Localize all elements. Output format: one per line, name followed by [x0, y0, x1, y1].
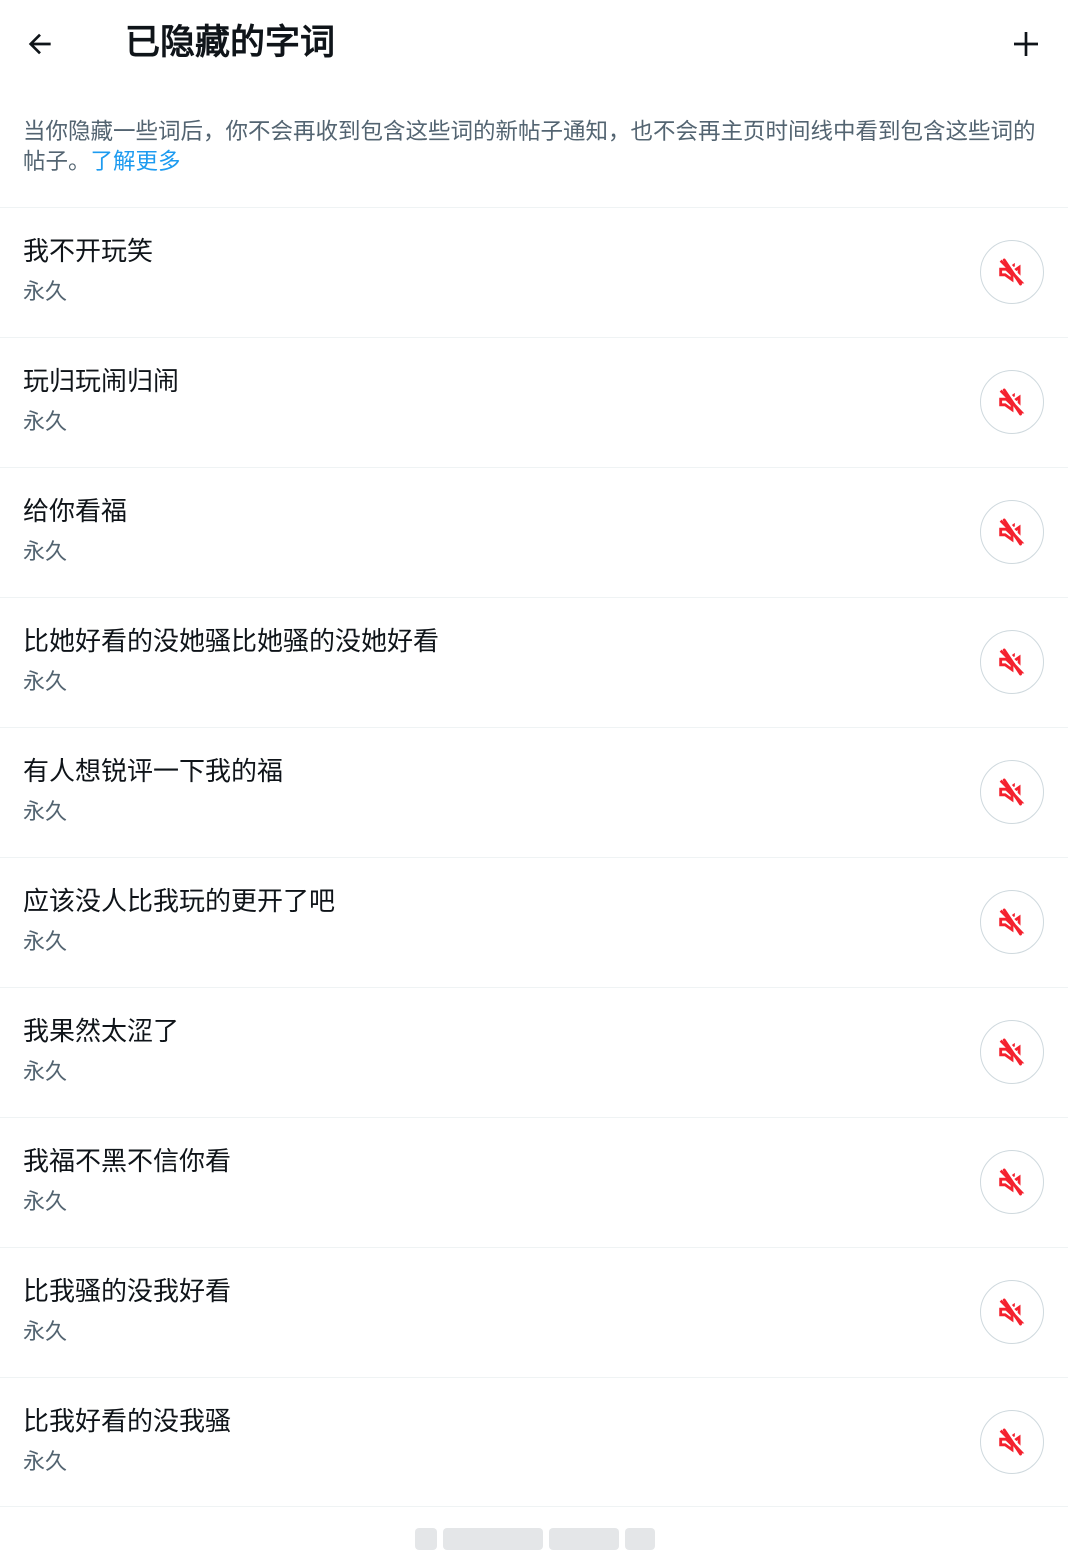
unmute-button[interactable] — [980, 760, 1044, 824]
muted-word-text: 有人想锐评一下我的福 — [23, 757, 284, 787]
unmute-button[interactable] — [980, 630, 1044, 694]
muted-word-duration: 永久 — [23, 800, 68, 825]
watermark — [415, 1524, 660, 1554]
muted-word-text: 玩归玩闹归闹 — [23, 367, 180, 397]
muted-word-text: 应该没人比我玩的更开了吧 — [23, 887, 336, 917]
header: 已隐藏的字词 — [0, 0, 1068, 90]
unmute-button[interactable] — [980, 1150, 1044, 1214]
unmute-button[interactable] — [980, 240, 1044, 304]
unmute-button[interactable] — [980, 1410, 1044, 1474]
muted-word-text: 比她好看的没她骚比她骚的没她好看 — [23, 627, 440, 657]
speaker-muted-icon — [999, 908, 1025, 936]
add-muted-word-button[interactable] — [1006, 24, 1046, 64]
muted-word-duration: 永久 — [23, 280, 68, 305]
speaker-muted-icon — [999, 648, 1025, 676]
speaker-muted-icon — [999, 258, 1025, 286]
unmute-button[interactable] — [980, 370, 1044, 434]
list-item[interactable]: 玩归玩闹归闹 永久 — [0, 337, 1068, 467]
list-item[interactable]: 应该没人比我玩的更开了吧 永久 — [0, 857, 1068, 987]
plus-icon — [1014, 32, 1038, 56]
muted-word-text: 比我骚的没我好看 — [23, 1277, 232, 1307]
muted-word-text: 我不开玩笑 — [23, 237, 154, 267]
list-item[interactable]: 比她好看的没她骚比她骚的没她好看 永久 — [0, 597, 1068, 727]
muted-word-duration: 永久 — [23, 1320, 68, 1345]
muted-word-text: 比我好看的没我骚 — [23, 1407, 232, 1437]
unmute-button[interactable] — [980, 1020, 1044, 1084]
muted-word-duration: 永久 — [23, 540, 68, 565]
speaker-muted-icon — [999, 518, 1025, 546]
list-item[interactable]: 我果然太涩了 永久 — [0, 987, 1068, 1117]
list-item[interactable]: 比我好看的没我骚 永久 — [0, 1377, 1068, 1507]
unmute-button[interactable] — [980, 500, 1044, 564]
learn-more-link[interactable]: 了解更多 — [91, 149, 181, 175]
list-item[interactable]: 我福不黑不信你看 永久 — [0, 1117, 1068, 1247]
page-title: 已隐藏的字词 — [125, 23, 336, 63]
speaker-muted-icon — [999, 1428, 1025, 1456]
unmute-button[interactable] — [980, 1280, 1044, 1344]
muted-word-duration: 永久 — [23, 1060, 68, 1085]
list-item[interactable]: 比我骚的没我好看 永久 — [0, 1247, 1068, 1377]
speaker-muted-icon — [999, 388, 1025, 416]
unmute-button[interactable] — [980, 890, 1044, 954]
speaker-muted-icon — [999, 1168, 1025, 1196]
arrow-left-icon — [28, 33, 51, 55]
muted-word-duration: 永久 — [23, 1450, 68, 1475]
list-item[interactable]: 有人想锐评一下我的福 永久 — [0, 727, 1068, 857]
speaker-muted-icon — [999, 1038, 1025, 1066]
muted-word-text: 我果然太涩了 — [23, 1017, 180, 1047]
muted-words-list: 我不开玩笑 永久 玩归玩闹归闹 永久 给你看福 永久 比她好看的没她骚比她骚的没… — [0, 207, 1068, 1507]
muted-word-duration: 永久 — [23, 410, 68, 435]
description: 当你隐藏一些词后，你不会再收到包含这些词的新帖子通知，也不会再主页时间线中看到包… — [23, 117, 1043, 177]
muted-word-duration: 永久 — [23, 1190, 68, 1215]
muted-word-text: 给你看福 — [23, 497, 128, 527]
back-button[interactable] — [20, 24, 60, 64]
speaker-muted-icon — [999, 1298, 1025, 1326]
muted-word-duration: 永久 — [23, 670, 68, 695]
speaker-muted-icon — [999, 778, 1025, 806]
list-item[interactable]: 给你看福 永久 — [0, 467, 1068, 597]
muted-word-duration: 永久 — [23, 930, 68, 955]
list-item[interactable]: 我不开玩笑 永久 — [0, 207, 1068, 337]
muted-word-text: 我福不黑不信你看 — [23, 1147, 232, 1177]
